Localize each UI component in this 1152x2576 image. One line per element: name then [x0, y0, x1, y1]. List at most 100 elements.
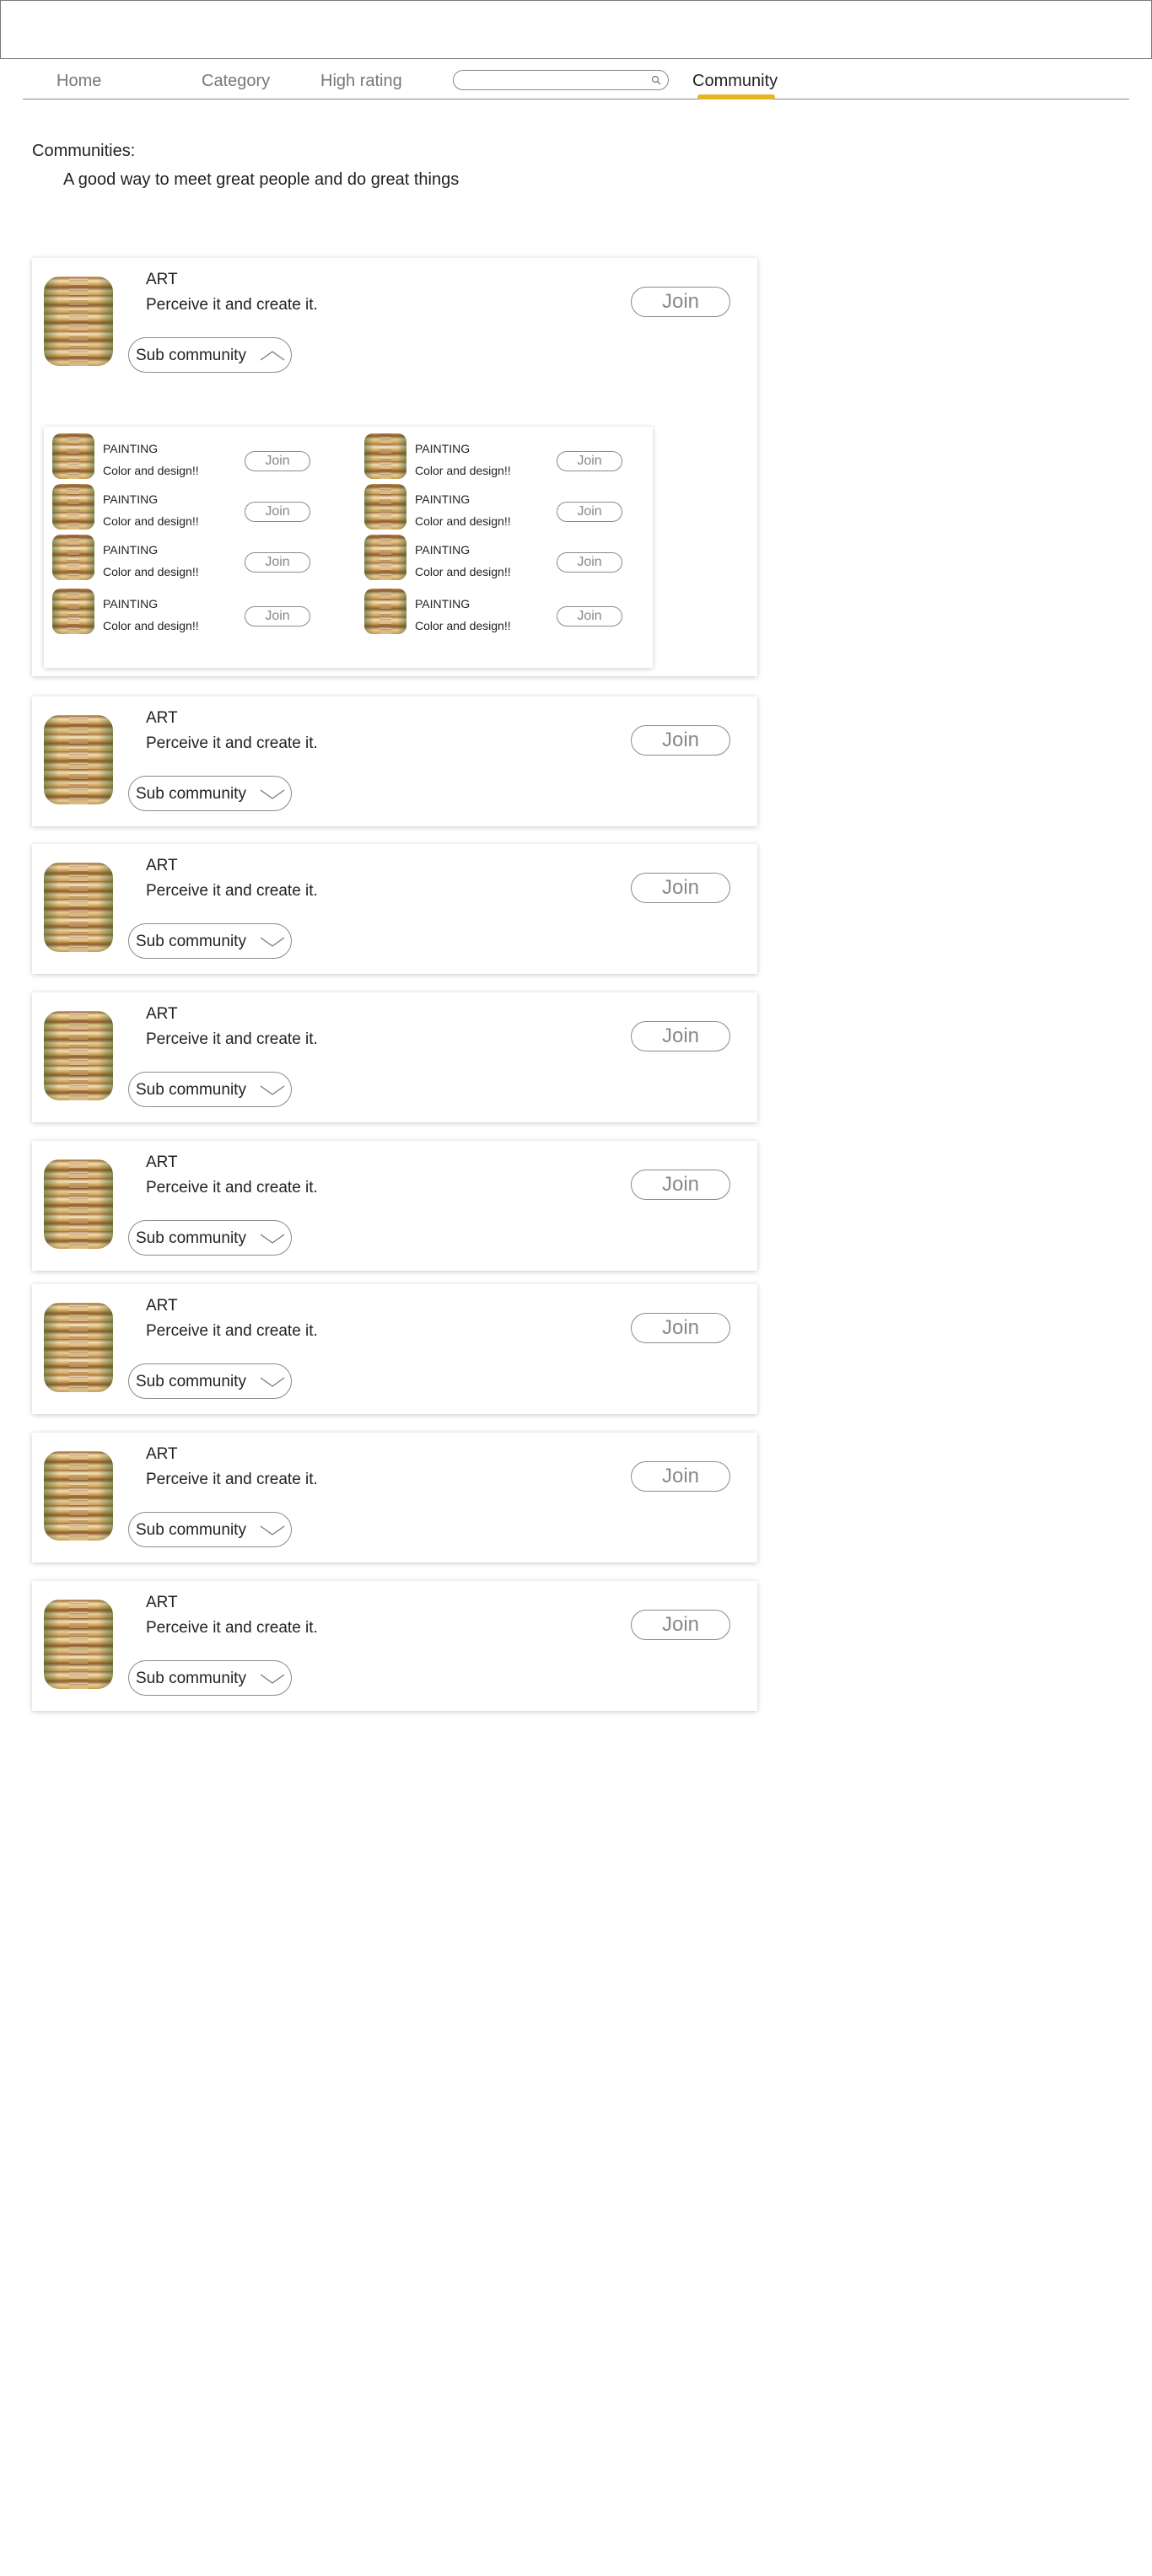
community-description: Perceive it and create it.	[146, 296, 318, 314]
sub-community-title: PAINTING	[103, 492, 159, 506]
community-title: ART	[146, 1594, 178, 1611]
main-nav: Home Category High rating Community	[23, 67, 1129, 99]
chevron-down-icon[interactable]	[259, 935, 286, 949]
sub-community-image	[52, 484, 94, 530]
sub-community-item: PAINTING Color and design!! Join	[44, 533, 347, 580]
sub-community-item: PAINTING Color and design!! Join	[356, 482, 659, 530]
sub-community-label: Sub community	[136, 1521, 246, 1539]
community-description: Perceive it and create it.	[146, 1322, 318, 1340]
nav-home[interactable]: Home	[57, 72, 101, 91]
sub-community-label: Sub community	[136, 1670, 246, 1687]
community-title: ART	[146, 709, 178, 727]
sub-community-toggle[interactable]: Sub community	[128, 1363, 292, 1399]
sub-join-button[interactable]: Join	[245, 606, 310, 627]
chevron-down-icon[interactable]	[259, 1672, 286, 1686]
nav-category[interactable]: Category	[202, 72, 270, 91]
community-card: ART Perceive it and create it. Join Sub com…	[32, 1581, 757, 1711]
sub-community-description: Color and design!!	[415, 565, 511, 578]
sub-community-item: PAINTING Color and design!! Join	[356, 533, 659, 580]
sub-community-item: PAINTING Color and design!! Join	[356, 432, 659, 479]
sub-community-label: Sub community	[136, 933, 246, 950]
nav-community[interactable]: Community	[692, 72, 778, 91]
sub-join-button[interactable]: Join	[245, 552, 310, 573]
sub-join-button[interactable]: Join	[245, 502, 310, 522]
community-image	[44, 715, 113, 804]
community-title: ART	[146, 271, 178, 288]
sub-community-toggle[interactable]: Sub community	[128, 337, 292, 373]
sub-community-image	[364, 535, 406, 580]
sub-community-item: PAINTING Color and design!! Join	[356, 587, 659, 634]
sub-community-toggle[interactable]: Sub community	[128, 1660, 292, 1696]
community-image	[44, 1011, 113, 1100]
sub-community-title: PAINTING	[103, 543, 159, 557]
community-description: Perceive it and create it.	[146, 1030, 318, 1048]
sub-community-panel: PAINTING Color and design!! Join PAINTING Co…	[44, 427, 653, 668]
search-box[interactable]	[453, 70, 669, 90]
page-subtitle: A good way to meet great people and do g…	[63, 170, 460, 189]
community-card: ART Perceive it and create it. Join Sub com…	[32, 258, 757, 676]
community-card: ART Perceive it and create it. Join Sub com…	[32, 696, 757, 826]
community-title: ART	[146, 1005, 178, 1023]
join-button[interactable]: Join	[631, 1461, 730, 1492]
sub-community-image	[52, 433, 94, 479]
sub-join-button[interactable]: Join	[557, 606, 622, 627]
sub-community-description: Color and design!!	[103, 464, 199, 477]
community-title: ART	[146, 1445, 178, 1463]
sub-community-label: Sub community	[136, 347, 246, 364]
chevron-down-icon[interactable]	[259, 1084, 286, 1097]
sub-community-title: PAINTING	[103, 597, 159, 610]
community-image	[44, 1600, 113, 1689]
community-image	[44, 1451, 113, 1541]
community-title: ART	[146, 857, 178, 874]
sub-join-button[interactable]: Join	[557, 451, 622, 471]
sub-community-description: Color and design!!	[103, 619, 199, 632]
sub-community-item: PAINTING Color and design!! Join	[44, 482, 347, 530]
chevron-down-icon[interactable]	[259, 1524, 286, 1537]
community-card: ART Perceive it and create it. Join Sub com…	[32, 844, 757, 974]
sub-community-title: PAINTING	[103, 442, 159, 455]
join-button[interactable]: Join	[631, 1610, 730, 1640]
join-button[interactable]: Join	[631, 287, 730, 317]
sub-community-label: Sub community	[136, 785, 246, 803]
community-image	[44, 277, 113, 366]
sub-community-title: PAINTING	[415, 597, 471, 610]
search-icon[interactable]	[651, 75, 661, 85]
nav-high-rating[interactable]: High rating	[320, 72, 402, 91]
sub-community-title: PAINTING	[415, 492, 471, 506]
chevron-down-icon[interactable]	[259, 1232, 286, 1245]
sub-community-image	[52, 589, 94, 634]
chevron-down-icon[interactable]	[259, 1375, 286, 1389]
sub-community-toggle[interactable]: Sub community	[128, 1220, 292, 1256]
chevron-up-icon[interactable]	[259, 349, 286, 363]
sub-community-toggle[interactable]: Sub community	[128, 1512, 292, 1547]
join-button[interactable]: Join	[631, 873, 730, 903]
join-button[interactable]: Join	[631, 1313, 730, 1343]
join-button[interactable]: Join	[631, 725, 730, 756]
sub-community-toggle[interactable]: Sub community	[128, 923, 292, 959]
join-button[interactable]: Join	[631, 1021, 730, 1051]
sub-community-image	[364, 484, 406, 530]
sub-community-toggle[interactable]: Sub community	[128, 776, 292, 811]
sub-community-item: PAINTING Color and design!! Join	[44, 587, 347, 634]
sub-join-button[interactable]: Join	[245, 451, 310, 471]
sub-community-label: Sub community	[136, 1373, 246, 1390]
sub-community-description: Color and design!!	[103, 565, 199, 578]
chevron-down-icon[interactable]	[259, 788, 286, 801]
sub-community-title: PAINTING	[415, 442, 471, 455]
community-description: Perceive it and create it.	[146, 1619, 318, 1637]
community-description: Perceive it and create it.	[146, 1471, 318, 1488]
community-image	[44, 863, 113, 952]
sub-join-button[interactable]: Join	[557, 552, 622, 573]
sub-community-description: Color and design!!	[415, 464, 511, 477]
sub-join-button[interactable]: Join	[557, 502, 622, 522]
sub-community-toggle[interactable]: Sub community	[128, 1072, 292, 1107]
active-tab-indicator	[697, 94, 775, 99]
page-title: Communities:	[32, 142, 136, 160]
search-input[interactable]	[464, 73, 644, 89]
join-button[interactable]: Join	[631, 1170, 730, 1200]
community-image	[44, 1303, 113, 1392]
community-title: ART	[146, 1297, 178, 1315]
community-description: Perceive it and create it.	[146, 734, 318, 752]
community-title: ART	[146, 1154, 178, 1171]
sub-community-image	[364, 433, 406, 479]
